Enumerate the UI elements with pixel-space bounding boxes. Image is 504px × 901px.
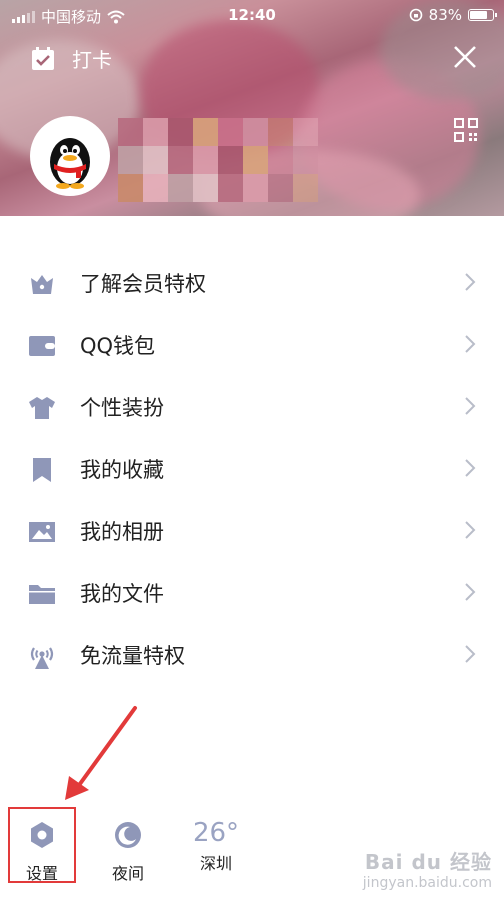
mosaic-cell — [218, 118, 243, 146]
blurred-nickname — [118, 118, 318, 202]
mosaic-cell — [143, 174, 168, 202]
weather-widget[interactable]: 26° 深圳 — [186, 818, 246, 874]
watermark-brand: Bai du 经验 — [364, 850, 492, 874]
moon-icon — [115, 822, 141, 848]
close-button[interactable] — [452, 44, 478, 76]
antenna-icon — [28, 643, 56, 669]
watermark: Bai du 经验 jingyan.baidu.com — [363, 846, 492, 891]
qq-penguin-icon — [50, 138, 90, 189]
calendar-check-icon — [32, 46, 54, 70]
qr-code-icon — [454, 118, 478, 142]
menu-label: 我的相册 — [80, 520, 164, 544]
chevron-right-icon — [465, 583, 476, 601]
chevron-right-icon — [465, 459, 476, 477]
mosaic-cell — [118, 146, 143, 174]
tshirt-icon — [28, 395, 56, 421]
mosaic-cell — [293, 118, 318, 146]
chevron-right-icon — [465, 645, 476, 663]
battery-icon — [468, 9, 497, 21]
mosaic-cell — [218, 174, 243, 202]
menu-label: 个性装扮 — [80, 396, 164, 420]
night-mode-button[interactable]: 夜间 — [104, 820, 152, 884]
menu-item-favorites[interactable]: 我的收藏 — [0, 438, 504, 500]
qr-code-button[interactable] — [454, 118, 478, 146]
mosaic-cell — [143, 118, 168, 146]
mosaic-cell — [143, 146, 168, 174]
menu-label: QQ钱包 — [80, 334, 156, 358]
mosaic-cell — [268, 118, 293, 146]
mosaic-cell — [293, 174, 318, 202]
menu-item-free-data[interactable]: 免流量特权 — [0, 624, 504, 686]
mosaic-cell — [168, 146, 193, 174]
checkin-label: 打卡 — [72, 48, 112, 72]
mosaic-cell — [243, 146, 268, 174]
menu-item-files[interactable]: 我的文件 — [0, 562, 504, 624]
mosaic-cell — [168, 118, 193, 146]
menu-label: 免流量特权 — [80, 644, 185, 668]
checkin-button[interactable]: 打卡 — [30, 44, 112, 73]
menu-label: 了解会员特权 — [80, 272, 206, 296]
weather-temperature: 26° — [192, 818, 240, 848]
watermark-url: jingyan.baidu.com — [362, 875, 492, 891]
chevron-right-icon — [465, 397, 476, 415]
battery-percent: 83% — [428, 6, 462, 24]
annotation-arrow — [65, 706, 137, 800]
mosaic-cell — [168, 174, 193, 202]
menu-item-wallet[interactable]: QQ钱包 — [0, 314, 504, 376]
mosaic-cell — [218, 146, 243, 174]
menu-item-album[interactable]: 我的相册 — [0, 500, 504, 562]
chevron-right-icon — [465, 335, 476, 353]
folder-icon — [28, 581, 56, 607]
mosaic-cell — [268, 174, 293, 202]
menu-item-vip[interactable]: 了解会员特权 — [0, 252, 504, 314]
mosaic-cell — [193, 174, 218, 202]
menu-list: 了解会员特权 QQ钱包 个性装扮 我的收藏 我的相册 我的文件 免流量特权 — [0, 252, 504, 686]
close-icon — [454, 46, 476, 68]
menu-label: 我的收藏 — [80, 458, 164, 482]
profile-header: 中国移动 12:40 83% 打卡 — [0, 0, 504, 216]
mosaic-cell — [293, 146, 318, 174]
bookmark-icon — [28, 457, 56, 483]
chevron-right-icon — [465, 521, 476, 539]
chevron-right-icon — [465, 273, 476, 291]
mosaic-cell — [243, 118, 268, 146]
rotation-lock-icon — [409, 8, 422, 22]
photo-icon — [28, 519, 56, 545]
mosaic-cell — [118, 118, 143, 146]
mosaic-cell — [118, 174, 143, 202]
status-bar: 中国移动 12:40 83% — [0, 0, 504, 30]
menu-label: 我的文件 — [80, 582, 164, 606]
night-label: 夜间 — [111, 864, 144, 883]
mosaic-cell — [268, 146, 293, 174]
crown-icon — [28, 271, 56, 297]
annotation-highlight-box — [8, 807, 76, 883]
menu-item-personalize[interactable]: 个性装扮 — [0, 376, 504, 438]
mosaic-cell — [193, 146, 218, 174]
mosaic-cell — [193, 118, 218, 146]
mosaic-cell — [243, 174, 268, 202]
weather-city: 深圳 — [199, 854, 232, 873]
avatar[interactable] — [30, 116, 110, 196]
wallet-icon — [28, 333, 56, 359]
